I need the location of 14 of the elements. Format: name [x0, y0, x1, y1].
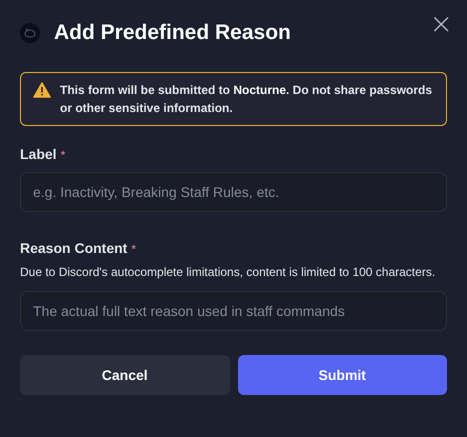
text-input-field[interactable]: The actual full text reason used in staff commands: [20, 291, 447, 331]
field-label: Label: [20, 146, 57, 162]
required-mark: *: [60, 148, 66, 162]
submit-button[interactable]: Submit: [238, 355, 447, 395]
close-button[interactable]: ×: [430, 10, 453, 38]
required-mark: *: [131, 242, 136, 256]
text-input-field[interactable]: e.g. Inactivity, Breaking Staff Rules, etc.: [20, 172, 447, 212]
bot-avatar-icon: [20, 23, 40, 43]
field-label: Reason Content: [20, 240, 128, 256]
warning-message: This form will be submitted to Nocturne. Do not share passwords or other sensitive information.: [60, 82, 434, 117]
cancel-button[interactable]: Cancel: [20, 355, 230, 395]
warning-icon: [33, 82, 51, 98]
dialog-title: Add Predefined Reason: [54, 21, 292, 45]
field-description: Due to Discord's autocomplete limitations, content is limited to 100 characters.: [20, 264, 436, 281]
